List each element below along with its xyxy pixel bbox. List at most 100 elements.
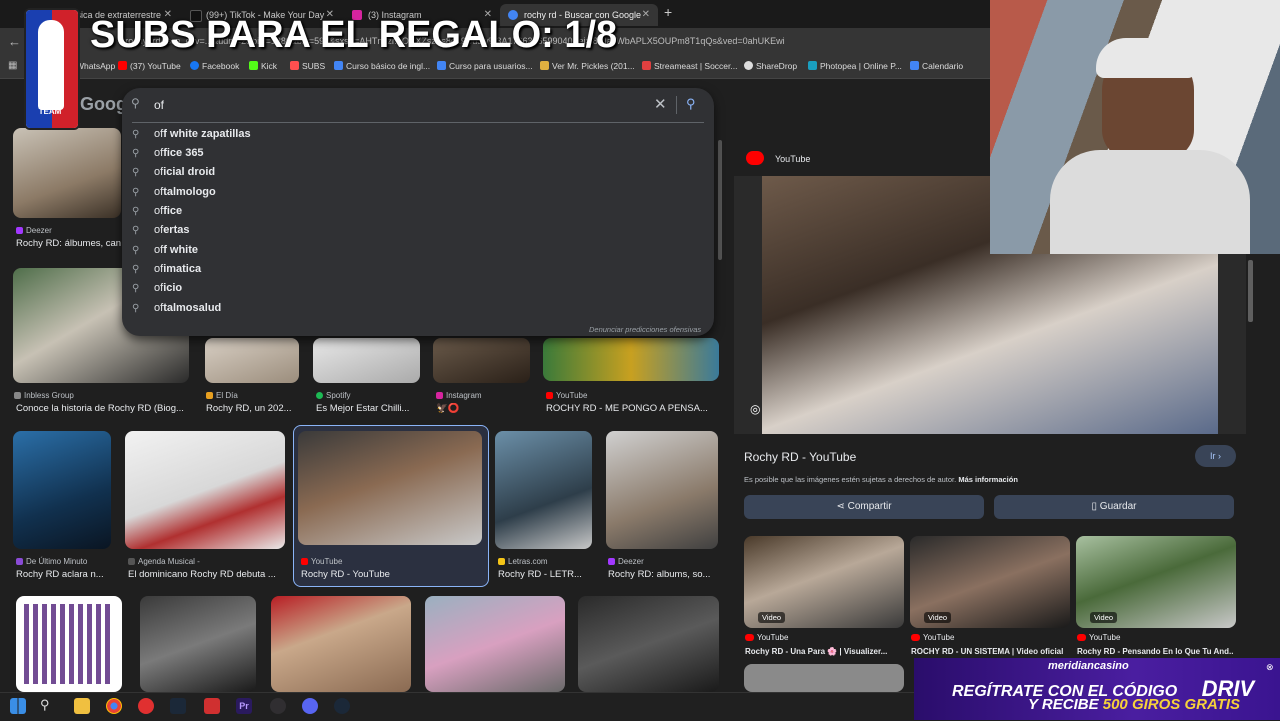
result-image[interactable]: [495, 431, 592, 549]
result-image[interactable]: [543, 338, 719, 381]
result-image[interactable]: [606, 431, 718, 549]
suggestion-item[interactable]: ⚲ office 365: [132, 147, 204, 159]
new-tab-button[interactable]: +: [664, 4, 672, 20]
bookmark-curso-ingles[interactable]: Curso básico de ingl...: [334, 61, 430, 71]
panel-scrollbar[interactable]: [1248, 260, 1253, 322]
more-info-link[interactable]: Más información: [958, 475, 1018, 484]
result-caption[interactable]: Rochy RD, un 202...: [206, 403, 306, 414]
result-image[interactable]: [298, 431, 482, 545]
suggestion-item[interactable]: ⚲ oftalmologo: [132, 186, 216, 198]
related-caption[interactable]: ROCHY RD - UN SISTEMA | Video oficial: [911, 647, 1067, 656]
search-icon: ⚲: [132, 187, 140, 198]
bookmark-curso-usuarios[interactable]: Curso para usuarios...: [437, 61, 533, 71]
result-image[interactable]: [13, 431, 111, 549]
lens-icon[interactable]: ◎: [750, 402, 760, 416]
subs-icon: [290, 61, 299, 70]
youtube-icon: [911, 634, 920, 641]
result-source: Agenda Musical -: [128, 557, 200, 566]
search-icon: ⚲: [132, 206, 140, 217]
result-source: Inbless Group: [14, 391, 74, 400]
result-image[interactable]: [313, 338, 420, 383]
result-caption[interactable]: Rochy RD aclara n...: [16, 569, 112, 580]
result-caption[interactable]: ROCHY RD - ME PONGO A PENSA...: [546, 403, 718, 414]
suggestion-item[interactable]: ⚲ ofertas: [132, 224, 189, 236]
casino-name: meridiancasino: [1048, 660, 1129, 672]
related-caption[interactable]: Rochy RD - Una Para 🌸 | Visualizer...: [745, 647, 901, 656]
close-icon[interactable]: ⊗: [1266, 662, 1274, 673]
apps-grid-icon[interactable]: ▦: [8, 60, 17, 71]
qr-code-image[interactable]: [16, 596, 122, 692]
result-caption[interactable]: Rochy RD - LETR...: [498, 569, 594, 580]
related-caption[interactable]: Rochy RD - Pensando En lo Que Tu And...: [1077, 647, 1233, 656]
file-explorer-icon[interactable]: [74, 698, 90, 714]
chrome-icon[interactable]: [106, 698, 122, 714]
panel-source[interactable]: YouTube: [775, 154, 810, 164]
bookmark-kick[interactable]: Kick: [249, 61, 277, 71]
webcam-overlay: [990, 0, 1280, 254]
report-predictions-link[interactable]: Denunciar predicciones ofensivas: [589, 325, 701, 334]
steam-icon[interactable]: [334, 698, 350, 714]
result-caption[interactable]: Rochy RD - YouTube: [301, 569, 481, 580]
suggestion-item[interactable]: ⚲ office: [132, 205, 182, 217]
facebook-icon: [190, 61, 199, 70]
premiere-icon[interactable]: Pr: [236, 698, 252, 714]
suggestion-item[interactable]: ⚲ ofimatica: [132, 263, 201, 275]
result-image[interactable]: [271, 596, 411, 692]
result-image[interactable]: [425, 596, 565, 692]
result-caption[interactable]: Es Mejor Estar Chilli...: [316, 403, 424, 414]
result-caption[interactable]: 🦅⭕: [436, 403, 526, 414]
bookmark-mr-pickles[interactable]: Ver Mr. Pickles (201...: [540, 61, 635, 71]
open-button[interactable]: Ir ›: [1195, 445, 1236, 467]
result-caption[interactable]: Conoce la historia de Rochy RD (Biog...: [16, 403, 196, 414]
suggestion-item[interactable]: ⚲ oftalmosalud: [132, 302, 221, 314]
result-caption[interactable]: El dominicano Rochy RD debuta ...: [128, 569, 288, 580]
youtube-icon: [301, 558, 308, 565]
result-image[interactable]: [140, 596, 256, 692]
windows-start-icon[interactable]: [10, 698, 26, 714]
steam-icon[interactable]: [170, 698, 186, 714]
search-icon[interactable]: ⚲: [40, 697, 50, 713]
search-icon: ⚲: [132, 303, 140, 314]
youtube-icon: [118, 61, 127, 70]
close-icon[interactable]: ✕: [642, 4, 650, 26]
result-image[interactable]: [13, 128, 121, 218]
suggestion-item[interactable]: ⚲ oficial droid: [132, 166, 215, 178]
share-button[interactable]: ⋖ Compartir: [744, 495, 984, 519]
app-icon[interactable]: [302, 698, 318, 714]
share-icon: ⋖: [836, 501, 848, 512]
bookmark-streameast[interactable]: Streameast | Soccer...: [642, 61, 737, 71]
bookmark-facebook[interactable]: Facebook: [190, 61, 239, 71]
suggestion-item[interactable]: ⚲ oficio: [132, 282, 182, 294]
site-icon: [498, 558, 505, 565]
video-app-icon[interactable]: [204, 698, 220, 714]
bookmark-sharedrop[interactable]: ShareDrop: [744, 61, 797, 71]
result-source: Spotify: [316, 391, 350, 400]
panel-title[interactable]: Rochy RD - YouTube: [744, 450, 856, 464]
related-source: YouTube: [911, 633, 954, 642]
search-submit-icon[interactable]: ⚲: [686, 96, 696, 112]
stream-icon: [642, 61, 651, 70]
result-caption[interactable]: Rochy RD: albums, so...: [608, 569, 718, 580]
bookmark-youtube[interactable]: (37) YouTube: [118, 61, 181, 71]
related-video-thumb[interactable]: [744, 664, 904, 692]
clear-search-icon[interactable]: ✕: [654, 95, 667, 113]
result-source: El Día: [206, 391, 238, 400]
result-image[interactable]: [578, 596, 719, 692]
obs-icon[interactable]: [270, 698, 286, 714]
result-caption[interactable]: Rochy RD: álbumes, can: [16, 238, 122, 249]
search-input[interactable]: of: [154, 98, 164, 112]
bookmark-subs[interactable]: SUBS: [290, 61, 325, 71]
save-button[interactable]: ▯ Guardar: [994, 495, 1234, 519]
search-icon: ⚲: [132, 225, 140, 236]
music-app-icon[interactable]: [138, 698, 154, 714]
result-image[interactable]: [433, 338, 530, 383]
result-image[interactable]: [125, 431, 285, 549]
suggestion-item[interactable]: ⚲ off white zapatillas: [132, 128, 251, 140]
bookmark-calendario[interactable]: Calendario: [910, 61, 963, 71]
bookmark-photopea[interactable]: Photopea | Online P...: [808, 61, 902, 71]
results-scrollbar[interactable]: [718, 140, 722, 260]
suggestion-item[interactable]: ⚲ off white: [132, 244, 198, 256]
result-source: Deezer: [608, 557, 644, 566]
result-image[interactable]: [205, 338, 299, 383]
back-arrow-icon[interactable]: ←: [8, 34, 21, 49]
